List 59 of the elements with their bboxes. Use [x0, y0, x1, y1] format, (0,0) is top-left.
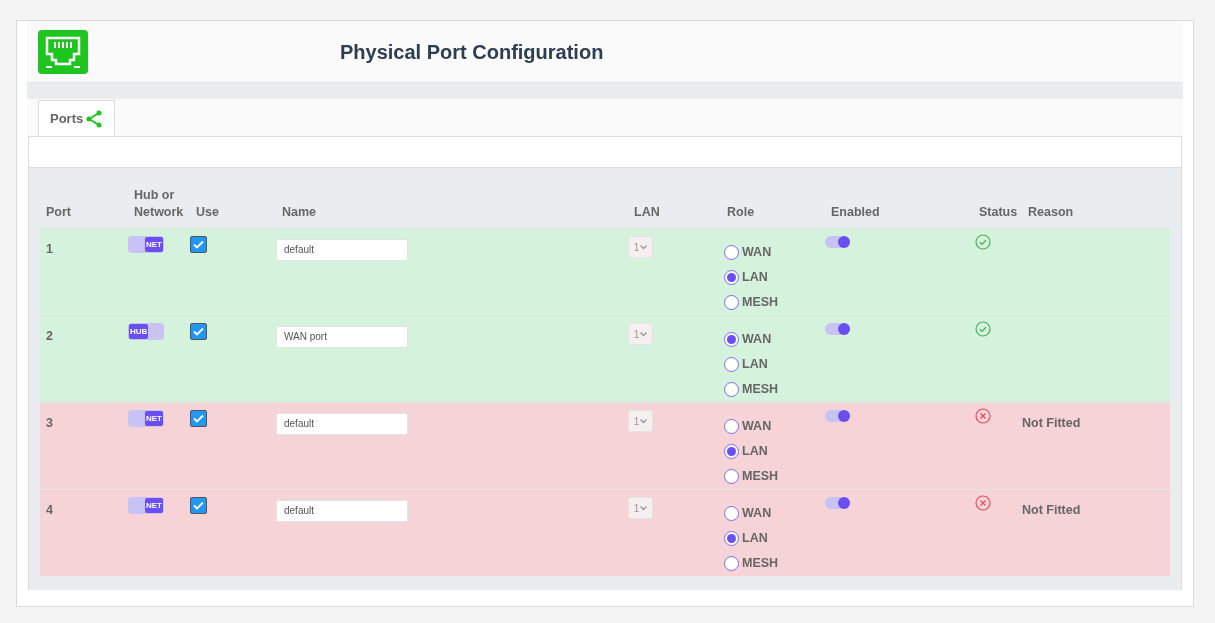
column-header: Reason: [1028, 204, 1075, 221]
hub-network-toggle[interactable]: HUB: [128, 323, 164, 340]
hub-network-toggle[interactable]: NET: [128, 236, 164, 253]
checkmark-icon: [193, 501, 204, 510]
use-checkbox[interactable]: [190, 410, 207, 427]
reason-text: Not Fitted: [1022, 416, 1081, 430]
name-input[interactable]: default: [276, 412, 408, 435]
column-header: LAN: [634, 204, 661, 221]
checkmark-icon: [193, 240, 204, 249]
role-radio[interactable]: LAN: [724, 268, 768, 286]
lan-select[interactable]: 1: [628, 497, 653, 519]
role-radio[interactable]: WAN: [724, 504, 772, 522]
hub-network-toggle[interactable]: NET: [128, 410, 164, 427]
name-input[interactable]: default: [276, 499, 408, 522]
role-radio[interactable]: LAN: [724, 355, 768, 373]
chevron-down-icon: [640, 505, 648, 511]
enabled-switch[interactable]: [825, 497, 850, 509]
role-radio[interactable]: MESH: [724, 380, 779, 398]
column-header: Name: [282, 204, 318, 221]
role-radio[interactable]: LAN: [724, 442, 768, 460]
column-header: Hub or Network: [134, 187, 185, 221]
chevron-down-icon: [640, 331, 648, 337]
role-radio[interactable]: MESH: [724, 554, 779, 572]
lan-select[interactable]: 1: [628, 323, 653, 345]
column-header: Status: [979, 204, 1016, 221]
column-header: Use: [196, 204, 220, 221]
use-checkbox[interactable]: [190, 497, 207, 514]
role-radio[interactable]: WAN: [724, 330, 772, 348]
port-number: 2: [46, 329, 53, 343]
ports-tab[interactable]: Ports: [38, 100, 116, 136]
lan-select[interactable]: 1: [628, 236, 653, 258]
enabled-switch[interactable]: [825, 410, 850, 422]
lan-select[interactable]: 1: [628, 410, 653, 432]
role-radio[interactable]: WAN: [724, 417, 772, 435]
column-header: Enabled: [831, 204, 881, 221]
share-icon: [85, 109, 104, 128]
role-radio[interactable]: LAN: [724, 529, 768, 547]
checkmark-icon: [193, 327, 204, 336]
checkmark-icon: [193, 414, 204, 423]
enabled-switch[interactable]: [825, 236, 850, 248]
use-checkbox[interactable]: [190, 323, 207, 340]
port-number: 4: [46, 503, 53, 517]
ethernet-port-icon: [38, 29, 88, 74]
use-checkbox[interactable]: [190, 236, 207, 253]
reason-text: Not Fitted: [1022, 503, 1081, 517]
role-radio[interactable]: MESH: [724, 467, 779, 485]
chevron-down-icon: [640, 418, 648, 424]
hub-network-toggle[interactable]: NET: [128, 497, 164, 514]
chevron-down-icon: [640, 244, 648, 250]
port-number: 1: [46, 242, 53, 256]
name-input[interactable]: default: [276, 238, 408, 261]
enabled-switch[interactable]: [825, 323, 850, 335]
role-radio[interactable]: WAN: [724, 243, 772, 261]
name-input[interactable]: WAN port: [276, 325, 408, 348]
column-header: Port: [46, 204, 72, 221]
role-radio[interactable]: MESH: [724, 293, 779, 311]
column-header: Role: [727, 204, 756, 221]
page-title: Physical Port Configuration: [340, 39, 604, 65]
port-number: 3: [46, 416, 53, 430]
